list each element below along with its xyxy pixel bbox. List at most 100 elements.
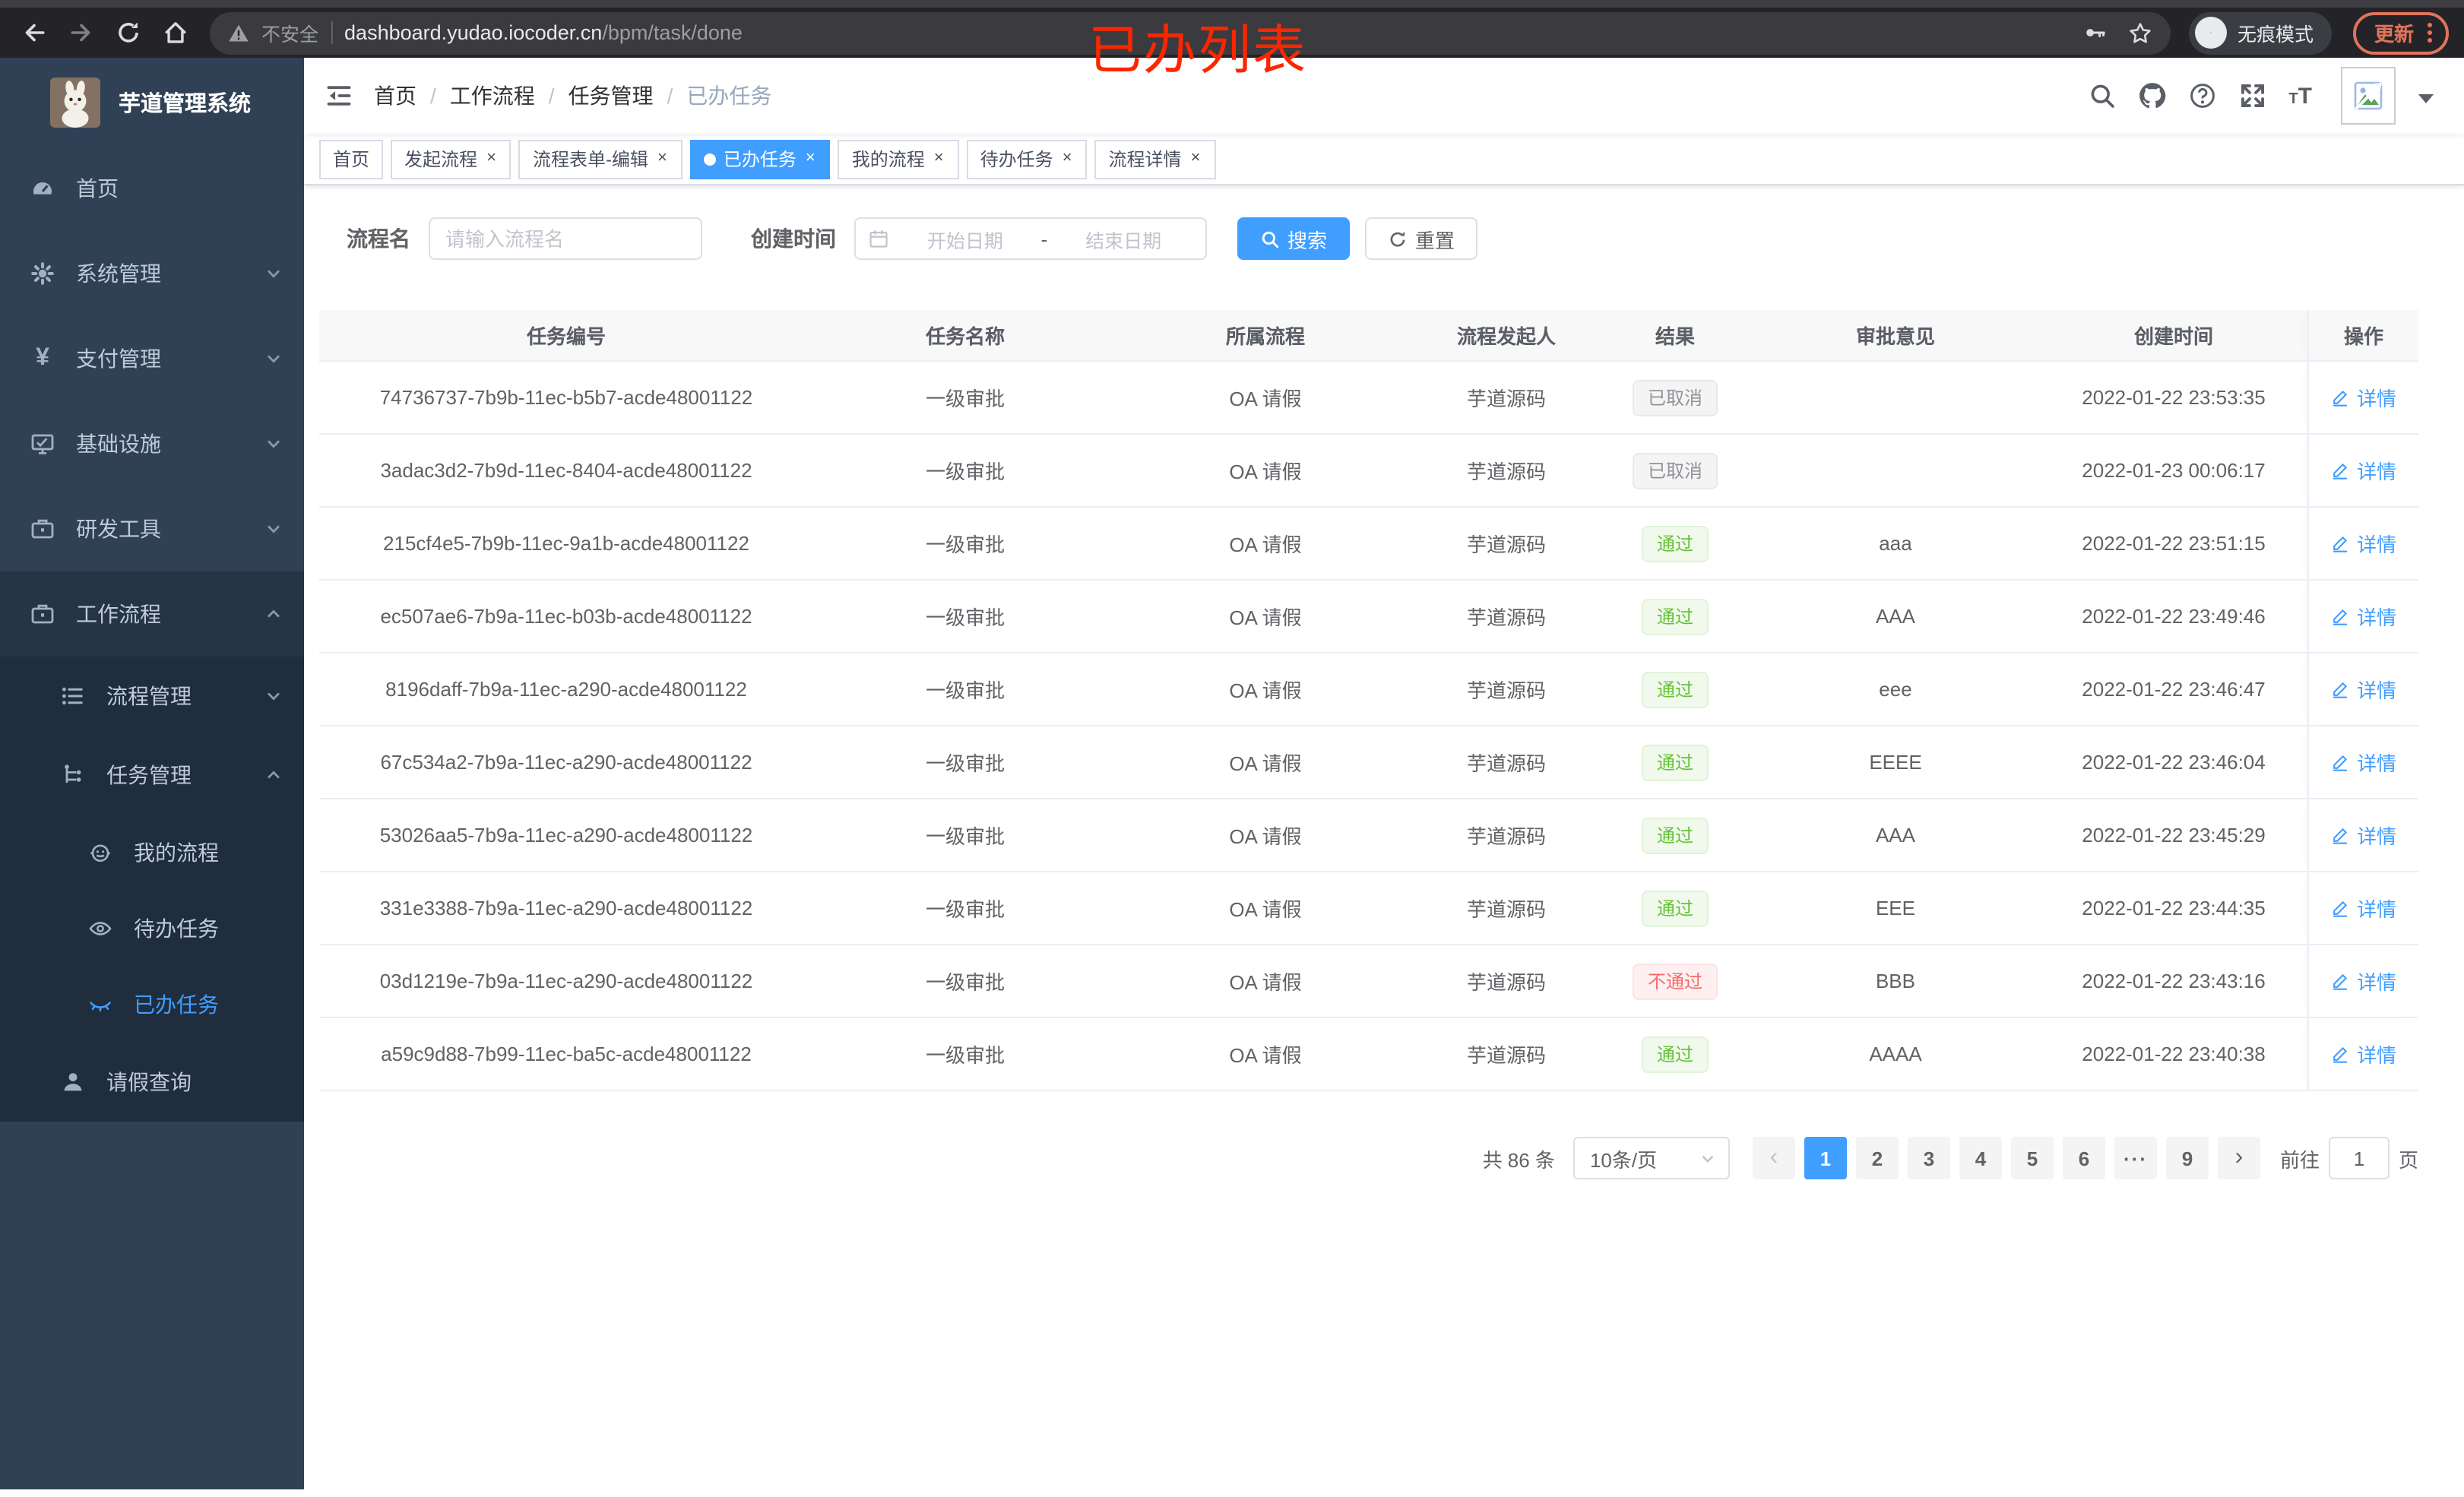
sidebar-item-pay[interactable]: ¥ 支付管理 — [0, 316, 304, 401]
font-size-icon[interactable]: TT — [2288, 84, 2312, 107]
comment-cell: EEE — [1875, 897, 1915, 919]
prev-page-button[interactable]: ‹ — [1752, 1137, 1795, 1179]
detail-link[interactable]: 详情 — [2331, 529, 2396, 558]
close-tab-icon[interactable]: × — [1061, 149, 1074, 169]
search-icon[interactable] — [2088, 82, 2115, 109]
monitor-icon — [31, 434, 54, 454]
page-size-select[interactable]: 10条/页 — [1572, 1137, 1730, 1179]
yen-icon: ¥ — [36, 345, 49, 371]
status-badge: 已取消 — [1632, 452, 1718, 489]
status-badge: 通过 — [1641, 671, 1709, 707]
page-button-6[interactable]: 6 — [2062, 1137, 2105, 1179]
start-date-placeholder[interactable]: 开始日期 — [895, 224, 1035, 253]
chevron-down-icon[interactable] — [2418, 94, 2434, 103]
col-starter: 流程发起人 — [1456, 325, 1556, 348]
page-ellipsis[interactable]: ··· — [2114, 1137, 2157, 1179]
breadcrumb-workflow[interactable]: 工作流程 — [450, 81, 535, 111]
tab-流程表单-编辑[interactable]: 流程表单-编辑 × — [518, 139, 683, 179]
detail-link[interactable]: 详情 — [2331, 821, 2396, 850]
reset-button[interactable]: 重置 — [1365, 217, 1478, 260]
chevron-down-icon — [267, 355, 280, 363]
pagination: 共 86 条 10条/页 ‹123456···9› 前往 页 — [319, 1137, 2418, 1179]
sidebar-item-workflow[interactable]: 工作流程 — [0, 571, 304, 657]
sidebar: 芋道管理系统 首页 系统管理 ¥ 支付管理 基础设施 研发工具 工作流程 流程管… — [0, 58, 304, 1489]
actions-cell: 详情 — [2307, 435, 2418, 506]
page-button-1[interactable]: 1 — [1804, 1137, 1847, 1179]
detail-link[interactable]: 详情 — [2331, 748, 2396, 777]
task-id-cell: 67c534a2-7b9a-11ec-a290-acde48001122 — [380, 751, 752, 774]
tab-待办任务[interactable]: 待办任务 × — [966, 139, 1088, 179]
help-icon[interactable] — [2188, 82, 2215, 109]
avatar[interactable] — [2341, 67, 2396, 125]
page-button-2[interactable]: 2 — [1855, 1137, 1899, 1179]
task-id-cell: 74736737-7b9b-11ec-b5b7-acde48001122 — [379, 386, 753, 409]
page-button-9[interactable]: 9 — [2165, 1137, 2209, 1179]
result-cell: 通过 — [1599, 671, 1751, 707]
detail-link[interactable]: 详情 — [2331, 383, 2396, 412]
logo-row[interactable]: 芋道管理系统 — [0, 58, 304, 146]
breadcrumb-task-mgmt[interactable]: 任务管理 — [568, 81, 654, 111]
github-icon[interactable] — [2138, 82, 2165, 109]
detail-link[interactable]: 详情 — [2331, 967, 2396, 995]
search-button[interactable]: 搜索 — [1237, 217, 1351, 260]
update-label: 更新 — [2374, 23, 2414, 46]
detail-link[interactable]: 详情 — [2331, 675, 2396, 704]
sidebar-item-infra[interactable]: 基础设施 — [0, 401, 304, 486]
briefcase-icon — [31, 604, 54, 624]
next-page-button[interactable]: › — [2217, 1137, 2260, 1179]
page-button-5[interactable]: 5 — [2010, 1137, 2054, 1179]
browser-forward-icon[interactable] — [68, 20, 94, 46]
page: 不安全 dashboard.yudao.iocoder.cn/bpm/task/… — [0, 0, 2464, 1497]
tab-流程详情[interactable]: 流程详情 × — [1094, 139, 1216, 179]
sidebar-item-todo-task[interactable]: 待办任务 — [0, 891, 304, 967]
sidebar-item-dev[interactable]: 研发工具 — [0, 486, 304, 571]
table-row: 67c534a2-7b9a-11ec-a290-acde48001122 一级审批… — [319, 726, 2418, 799]
status-badge: 通过 — [1641, 744, 1709, 780]
sidebar-item-leave-query[interactable]: 请假查询 — [0, 1043, 304, 1122]
close-tab-icon[interactable]: × — [485, 149, 498, 169]
comment-cell: BBB — [1875, 970, 1915, 992]
sidebar-item-task-mgmt[interactable]: 任务管理 — [0, 736, 304, 815]
tab-已办任务[interactable]: 已办任务 × — [689, 139, 831, 179]
col-create-time: 创建时间 — [2133, 325, 2213, 348]
sidebar-item-process-mgmt[interactable]: 流程管理 — [0, 657, 304, 736]
end-date-placeholder[interactable]: 结束日期 — [1053, 224, 1193, 253]
browser-back-icon[interactable] — [21, 20, 47, 46]
detail-link[interactable]: 详情 — [2331, 894, 2396, 923]
browser-reload-icon[interactable] — [116, 20, 141, 46]
sidebar-item-done-task[interactable]: 已办任务 — [0, 967, 304, 1043]
status-badge: 通过 — [1641, 890, 1709, 926]
sidebar-item-system[interactable]: 系统管理 — [0, 231, 304, 316]
process-name-input[interactable] — [445, 227, 686, 250]
detail-link[interactable]: 详情 — [2331, 456, 2396, 485]
browser-menu-icon[interactable] — [2428, 23, 2432, 43]
bookmark-star-icon[interactable] — [2128, 21, 2152, 45]
comment-cell: AAAA — [1869, 1043, 1922, 1065]
detail-label: 详情 — [2356, 971, 2396, 994]
sidebar-item-home[interactable]: 首页 — [0, 146, 304, 231]
close-tab-icon[interactable]: × — [1189, 149, 1202, 169]
tab-我的流程[interactable]: 我的流程 × — [838, 139, 959, 179]
close-tab-icon[interactable]: × — [804, 149, 817, 169]
starter-cell: 芋道源码 — [1466, 533, 1546, 556]
content: 流程名 创建时间 开始日期 - 结束日期 搜索 — [304, 185, 2464, 1489]
sidebar-item-my-process[interactable]: 我的流程 — [0, 815, 304, 891]
browser-home-icon[interactable] — [163, 20, 188, 46]
close-tab-icon[interactable]: × — [933, 149, 945, 169]
page-button-3[interactable]: 3 — [1907, 1137, 1950, 1179]
tab-首页[interactable]: 首页 — [319, 139, 384, 179]
tab-发起流程[interactable]: 发起流程 × — [391, 139, 511, 179]
fullscreen-icon[interactable] — [2238, 82, 2266, 109]
browser-update-button[interactable]: 更新 — [2352, 11, 2449, 54]
date-range-picker[interactable]: 开始日期 - 结束日期 — [854, 217, 1207, 260]
detail-link[interactable]: 详情 — [2331, 602, 2396, 631]
not-secure-label[interactable]: 不安全 — [261, 18, 318, 47]
detail-link[interactable]: 详情 — [2331, 1040, 2396, 1068]
tab-label: 流程表单-编辑 — [532, 149, 648, 170]
collapse-sidebar-icon[interactable] — [325, 82, 353, 109]
breadcrumb-home[interactable]: 首页 — [374, 81, 416, 111]
close-tab-icon[interactable]: × — [656, 149, 669, 169]
goto-page-input[interactable] — [2328, 1137, 2390, 1179]
key-icon[interactable] — [2084, 21, 2107, 44]
page-button-4[interactable]: 4 — [1959, 1137, 2002, 1179]
